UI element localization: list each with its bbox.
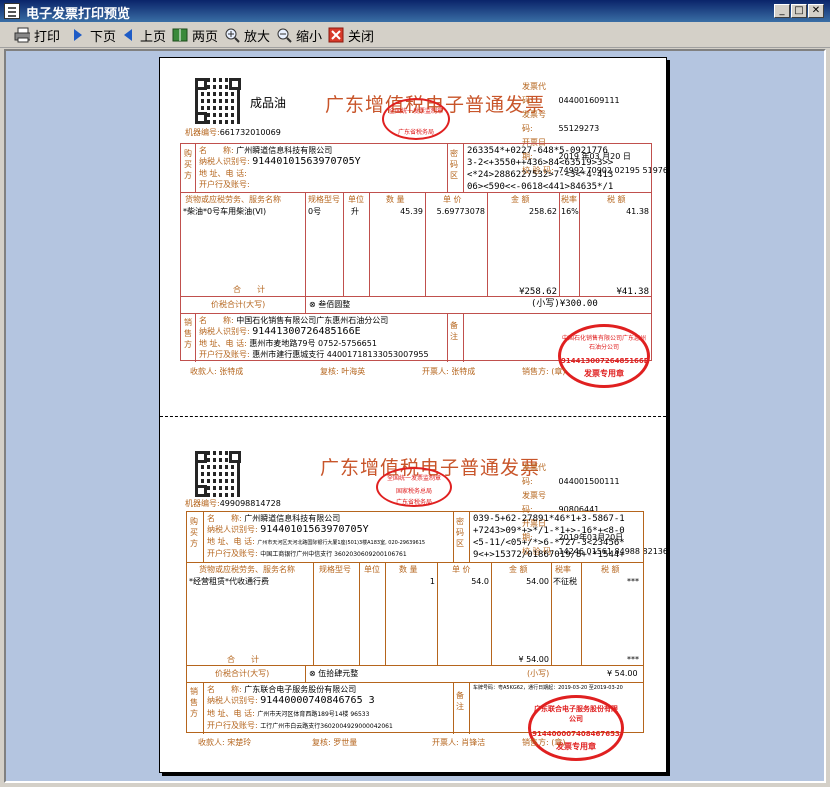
total-amount: (小写)¥300.00 — [531, 299, 598, 309]
preview-area[interactable]: 成品油 广东增值税电子普通发票 全国统一发票监制章 广东省税务局 发票代码: 0… — [4, 49, 826, 783]
buyer-side-label: 购买方 — [184, 149, 192, 180]
machine-number: 机器编号:499098814728 — [185, 499, 281, 508]
minimize-button[interactable]: _ — [774, 4, 790, 18]
buyer-name: 广州瞬道信息科技有限公司 — [244, 514, 341, 523]
cipher-area: 039-5+62-27891*46*1+3-5867-1 +7243>09*+>*… — [473, 514, 625, 560]
close-label: 关闭 — [348, 29, 375, 45]
two-page-label: 两页 — [192, 29, 219, 45]
cipher-area: 263354*+0227-648*5-0921776 3-2<+3550++436… — [467, 146, 614, 192]
prev-page-label: 上页 — [140, 29, 167, 45]
payee: 收款人: 张特成 — [190, 367, 244, 376]
zoom-in-button[interactable]: 放大 — [224, 25, 270, 45]
seller-name: 中国石化销售有限公司广东惠州石油分公司 — [236, 316, 389, 325]
payee: 收款人: 宋楚玲 — [198, 738, 252, 747]
two-page-button[interactable]: 两页 — [172, 25, 218, 45]
drawer: 开票人: 肖锋洁 — [432, 738, 486, 747]
supervision-stamp: 全国统一发票监制章 国家税务总局 广东省税务局 — [376, 467, 452, 507]
zoom-out-button[interactable]: 缩小 — [276, 25, 322, 45]
supervision-stamp: 全国统一发票监制章 广东省税务局 — [382, 98, 450, 140]
print-button[interactable]: 打印 — [14, 25, 60, 45]
print-page: 成品油 广东增值税电子普通发票 全国统一发票监制章 广东省税务局 发票代码: 0… — [159, 57, 668, 773]
buyer-tax-id: 91440101563970705Y — [260, 524, 369, 535]
qr-code — [195, 451, 241, 497]
close-icon — [328, 27, 344, 43]
machine-number: 机器编号:661732010069 — [185, 128, 281, 137]
reviewer: 复核: 罗世量 — [312, 738, 358, 747]
prev-page-button[interactable]: 上页 — [120, 25, 166, 45]
remark-text: 车牌号码：粤A5KG62，通行日期起：2019-03-20 至2019-03-2… — [473, 685, 623, 691]
seller-name: 广东联合电子服务股份有限公司 — [244, 685, 357, 694]
zoom-in-icon — [224, 27, 240, 43]
close-preview-button[interactable]: 关闭 — [328, 25, 374, 45]
zoom-out-label: 缩小 — [296, 29, 323, 45]
next-page-icon — [70, 27, 86, 43]
total-in-words: ⊗ 叁佰圆整 — [309, 300, 351, 309]
maximize-button[interactable]: □ — [791, 4, 807, 18]
two-page-icon — [172, 27, 188, 43]
app-icon — [4, 3, 20, 19]
line-item-name: *经营租赁*代收通行费 — [189, 577, 269, 586]
total-amount: ¥ 54.00 — [607, 669, 638, 678]
drawer: 开票人: 张特成 — [422, 367, 476, 376]
buyer-name: 广州瞬道信息科技有限公司 — [236, 146, 333, 155]
window-title: 电子发票打印预览 — [26, 7, 131, 22]
zoom-out-icon — [276, 27, 292, 43]
printer-icon — [14, 27, 30, 43]
seller-sign: 销售方: (章) — [522, 738, 566, 747]
print-label: 打印 — [34, 29, 61, 45]
seller-sign: 销售方: (章) — [522, 367, 566, 376]
cipher-side-label: 密码区 — [450, 149, 458, 180]
reviewer: 复核: 叶海英 — [320, 367, 366, 376]
qr-code — [195, 78, 241, 124]
buyer-tax-id: 91440101563970705Y — [252, 156, 361, 167]
line-item-name: *柴油*0号车用柴油(VI) — [183, 207, 267, 216]
total-in-words: ⊗ 伍拾肆元整 — [309, 669, 359, 678]
product-tag: 成品油 — [250, 96, 287, 110]
page-divider — [160, 416, 666, 417]
next-page-button[interactable]: 下页 — [70, 25, 116, 45]
toolbar: 打印 下页 上页 两页 放大 缩小 关闭 — [0, 22, 830, 48]
seller-invoice-stamp: 广东联合电子服务股份有限公司 914400007408467653 发票专用章 — [528, 695, 624, 761]
title-bar: 电子发票打印预览 _ □ ✕ — [0, 0, 830, 22]
next-page-label: 下页 — [90, 29, 117, 45]
close-window-button[interactable]: ✕ — [808, 4, 824, 18]
zoom-in-label: 放大 — [244, 29, 271, 45]
seller-invoice-stamp: 中国石化销售有限公司广东惠州石油分公司 91441300726485166E 发… — [558, 324, 650, 388]
prev-page-icon — [120, 27, 136, 43]
